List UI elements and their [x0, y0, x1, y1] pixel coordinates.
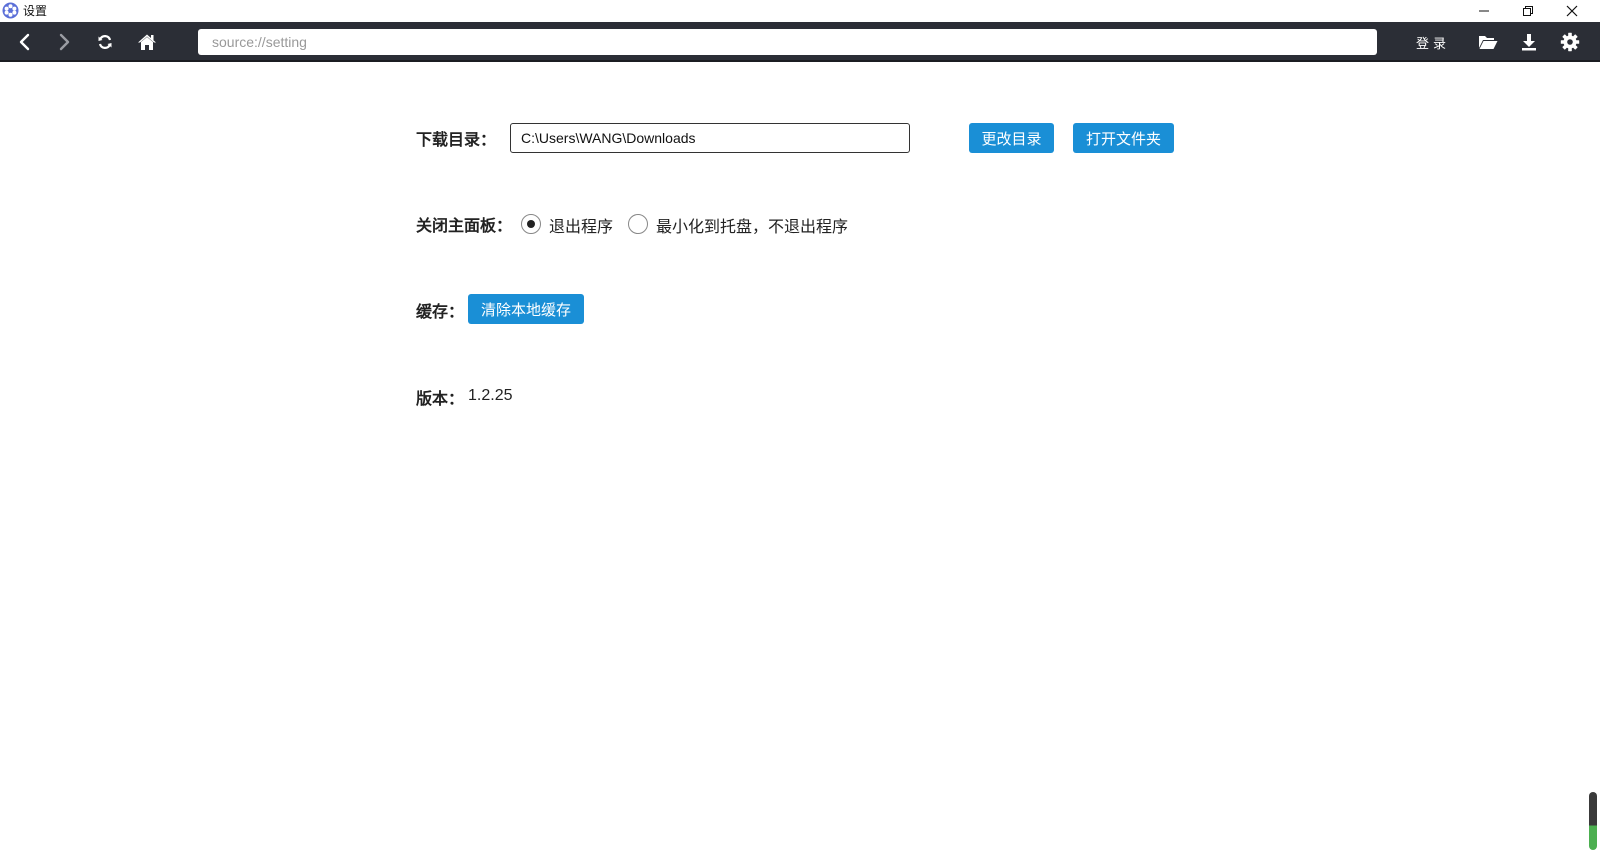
restore-icon — [1523, 6, 1533, 16]
scroll-indicator[interactable] — [1589, 792, 1597, 850]
folder-open-icon — [1479, 36, 1498, 49]
close-button[interactable] — [1550, 0, 1594, 22]
close-panel-label: 关闭主面板： — [416, 216, 513, 235]
refresh-button[interactable] — [91, 28, 119, 56]
version-row: 版本： — [416, 384, 464, 410]
home-icon — [138, 34, 156, 50]
open-folder-button[interactable] — [1474, 28, 1502, 56]
download-dir-input[interactable]: C:\Users\WANG\Downloads — [510, 123, 910, 153]
change-dir-button[interactable]: 更改目录 — [969, 123, 1054, 153]
minimize-icon — [1479, 10, 1489, 12]
cache-label: 缓存： — [416, 302, 465, 321]
clear-cache-button[interactable]: 清除本地缓存 — [468, 294, 584, 324]
home-button[interactable] — [133, 28, 161, 56]
refresh-icon — [98, 35, 112, 49]
open-folder-text-button[interactable]: 打开文件夹 — [1073, 123, 1174, 153]
app-logo-icon — [2, 2, 19, 19]
browser-toolbar: source://setting 登录 — [0, 22, 1600, 62]
download-button[interactable] — [1515, 28, 1543, 56]
login-link[interactable]: 登录 — [1416, 33, 1450, 52]
download-icon — [1522, 34, 1536, 51]
close-icon — [1566, 5, 1578, 17]
download-dir-label: 下载目录： — [416, 130, 497, 149]
forward-icon — [59, 33, 70, 51]
radio-minimize-label[interactable]: 最小化到托盘，不退出程序 — [656, 213, 848, 237]
back-icon — [19, 33, 30, 51]
version-value: 1.2.25 — [468, 387, 513, 404]
download-dir-row: 下载目录： — [416, 122, 496, 154]
radio-exit-label[interactable]: 退出程序 — [549, 213, 613, 237]
forward-button[interactable] — [50, 28, 78, 56]
restore-button[interactable] — [1506, 0, 1550, 22]
gear-icon — [1560, 32, 1580, 52]
address-bar[interactable]: source://setting — [198, 29, 1377, 55]
settings-button[interactable] — [1556, 28, 1584, 56]
radio-exit-program[interactable] — [521, 214, 541, 234]
back-button[interactable] — [11, 28, 39, 56]
cache-row: 缓存： — [416, 295, 464, 325]
version-label: 版本： — [416, 389, 465, 408]
title-bar: 设置 — [0, 0, 1600, 22]
close-panel-row: 关闭主面板： — [416, 210, 512, 238]
window-title: 设置 — [23, 4, 48, 18]
radio-minimize-tray[interactable] — [628, 214, 648, 234]
minimize-button[interactable] — [1462, 0, 1506, 22]
